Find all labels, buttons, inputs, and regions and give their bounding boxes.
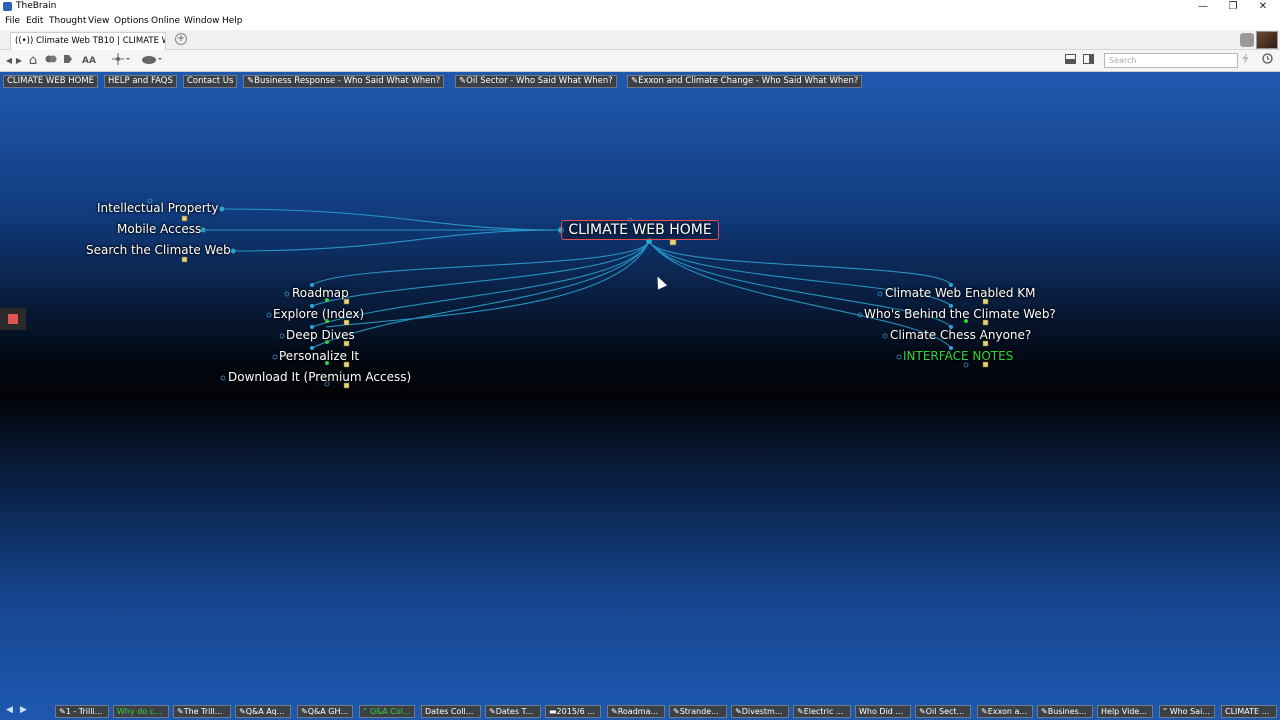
child-deep-dives[interactable]: Deep Dives [286, 328, 355, 342]
pin-climate-web-home[interactable]: CLIMATE WEB HOME [3, 75, 99, 88]
panel-layout-icon[interactable] [1064, 53, 1076, 69]
history-item[interactable]: ✎1 - Trilli... [55, 705, 109, 718]
menu-edit[interactable]: Edit [26, 16, 43, 26]
history-item[interactable]: ✎Q&A GH... [297, 705, 353, 718]
lightning-icon[interactable] [1240, 53, 1252, 69]
child-interface-notes[interactable]: INTERFACE NOTES [903, 349, 1013, 363]
history-item[interactable]: ✎Dates T... [485, 705, 541, 718]
pin-business-response[interactable]: ✎Business Response - Who Said What When? [243, 75, 445, 88]
pin-contact-us[interactable]: Contact Us [183, 75, 238, 88]
child-climate-chess[interactable]: Climate Chess Anyone? [890, 328, 1031, 342]
child-roadmap[interactable]: Roadmap [292, 286, 349, 300]
history-item[interactable]: Help Vide... [1097, 705, 1153, 718]
menu-view[interactable]: View [88, 16, 109, 26]
menu-options[interactable]: Options [114, 16, 149, 26]
history-item[interactable]: ✎Strande... [669, 705, 727, 718]
history-item[interactable]: ✎Roadma... [607, 705, 665, 718]
font-size-button[interactable]: AA [80, 53, 98, 69]
connection-lines [147, 198, 989, 389]
cloud-sync-icon[interactable] [140, 53, 164, 69]
history-item[interactable]: “ Q&A Col... [359, 705, 415, 718]
tag-icon[interactable] [62, 53, 74, 69]
avatar[interactable] [1256, 31, 1278, 49]
plex-canvas[interactable]: CLIMATE WEB HOME Intellectual Property M… [0, 91, 1280, 703]
back-icon[interactable]: ◀ [4, 53, 14, 69]
title-bar: TheBrain — ❐ ✕ [0, 0, 1280, 14]
pin-oil-sector[interactable]: ✎Oil Sector - Who Said What When? [455, 75, 617, 88]
toolbar: ◀ ▶ ⌂ AA Search [0, 50, 1280, 72]
child-whos-behind[interactable]: Who's Behind the Climate Web? [864, 307, 1056, 321]
history-item[interactable]: ▬2015/6 ... [545, 705, 601, 718]
stop-icon [8, 314, 18, 324]
search-input[interactable]: Search [1104, 53, 1238, 68]
central-thought[interactable]: CLIMATE WEB HOME [561, 220, 719, 240]
sidebar-toggle-icon[interactable] [1082, 53, 1094, 69]
history-bar: ◀ ▶ ✎1 - Trilli... Why do c... ✎The Tril… [0, 703, 1280, 720]
restore-button[interactable]: ❐ [1218, 0, 1248, 14]
clock-icon[interactable] [1261, 53, 1273, 69]
jump-intellectual-property[interactable]: Intellectual Property [97, 201, 218, 215]
history-item[interactable]: ✎Q&A Aq... [235, 705, 291, 718]
close-button[interactable]: ✕ [1248, 0, 1278, 14]
child-explore-index[interactable]: Explore (Index) [273, 307, 364, 321]
window-title: TheBrain [16, 1, 57, 11]
pin-exxon-climate[interactable]: ✎Exxon and Climate Change - Who Said Wha… [627, 75, 863, 88]
history-item[interactable]: ✎Busines... [1037, 705, 1093, 718]
jump-search-climate-web[interactable]: Search the Climate Web [86, 243, 231, 257]
history-item[interactable]: ✎Electric ... [793, 705, 851, 718]
tab-bar: ((•)) Climate Web TB10 | CLIMATE WEB H..… [0, 30, 1280, 50]
history-item[interactable]: CLIMATE ... [1221, 705, 1277, 718]
child-climate-web-enabled-km[interactable]: Climate Web Enabled KM [885, 286, 1036, 300]
home-icon[interactable]: ⌂ [26, 53, 40, 69]
pins-bar: CLIMATE WEB HOME HELP and FAQS Contact U… [0, 72, 1280, 91]
layout-icon[interactable] [110, 53, 132, 69]
menu-window[interactable]: Window [184, 16, 220, 26]
pin-help-faqs[interactable]: HELP and FAQS [104, 75, 177, 88]
child-download-it[interactable]: Download It (Premium Access) [228, 370, 411, 384]
tab-climate-web[interactable]: ((•)) Climate Web TB10 | CLIMATE WEB H..… [10, 32, 166, 50]
brain-app-icon [3, 2, 12, 11]
history-item[interactable]: Who Did ... [855, 705, 911, 718]
history-item[interactable]: ✎Exxon a... [977, 705, 1033, 718]
menu-file[interactable]: File [5, 16, 20, 26]
history-item[interactable]: Why do c... [113, 705, 169, 718]
child-personalize-it[interactable]: Personalize It [279, 349, 359, 363]
brain-icon[interactable] [44, 53, 58, 69]
history-next-icon[interactable]: ▶ [20, 705, 27, 715]
history-item[interactable]: Dates Coll... [421, 705, 481, 718]
forward-icon[interactable]: ▶ [14, 53, 24, 69]
history-item[interactable]: ✎Divestm... [731, 705, 789, 718]
history-prev-icon[interactable]: ◀ [6, 705, 13, 715]
history-item[interactable]: “ Who Sai... [1159, 705, 1215, 718]
history-item[interactable]: ✎Oil Sect... [915, 705, 971, 718]
menu-online[interactable]: Online [151, 16, 180, 26]
stop-button[interactable] [0, 308, 26, 330]
history-item[interactable]: ✎The Trill... [173, 705, 231, 718]
menu-bar: File Edit Thought View Options Online Wi… [0, 14, 1280, 30]
minimize-button[interactable]: — [1188, 0, 1218, 14]
menu-help[interactable]: Help [222, 16, 243, 26]
add-tab-button[interactable]: + [175, 33, 187, 45]
menu-thought[interactable]: Thought [49, 16, 86, 26]
sync-icon[interactable] [1240, 33, 1254, 47]
jump-mobile-access[interactable]: Mobile Access [117, 222, 201, 236]
